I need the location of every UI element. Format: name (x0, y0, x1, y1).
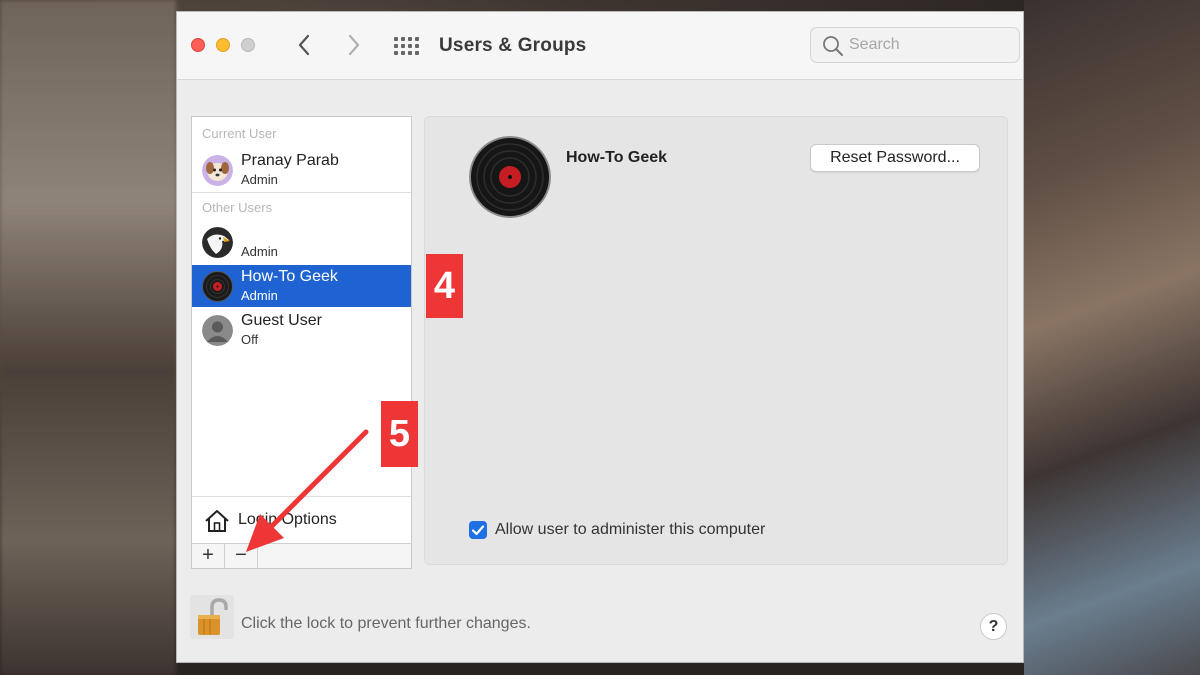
grid-icon[interactable] (394, 37, 419, 55)
forward-button[interactable] (340, 32, 366, 58)
login-options-item[interactable]: Login Options (192, 497, 411, 542)
user-detail-panel: How-To Geek Reset Password... Allow user… (424, 116, 1008, 565)
help-button[interactable]: ? (980, 613, 1007, 640)
user-name: How-To Geek (241, 268, 338, 285)
user-role: Admin (241, 288, 278, 303)
user-role: Off (241, 332, 259, 347)
background-left (0, 0, 176, 675)
titlebar: Users & Groups (177, 12, 1023, 80)
user-row-pranay-parab[interactable]: Pranay Parab Admin (192, 149, 411, 191)
back-button[interactable] (292, 32, 318, 58)
user-role: Admin (241, 172, 278, 187)
step-5-badge: 5 (381, 401, 418, 467)
step-4-badge: 4 (426, 254, 463, 318)
person-avatar-icon (202, 315, 233, 346)
section-label-current-user: Current User (202, 126, 277, 141)
background-right (1024, 0, 1200, 675)
minimize-button[interactable] (216, 38, 230, 52)
user-role: Admin (241, 244, 278, 259)
list-controls: + − (192, 543, 411, 568)
window-title: Users & Groups (439, 35, 587, 56)
selected-user-name: How-To Geek (566, 149, 668, 166)
vinyl-record-avatar-icon[interactable] (469, 136, 551, 218)
search-input[interactable] (849, 34, 1014, 56)
dog-avatar-icon (202, 155, 233, 186)
section-label-other-users: Other Users (202, 200, 273, 215)
chevron-right-icon (348, 34, 360, 56)
reset-password-button[interactable]: Reset Password... (810, 144, 980, 172)
user-name: Pranay Parab (241, 152, 339, 169)
add-user-button[interactable]: + (192, 544, 225, 568)
divider (192, 192, 411, 193)
remove-user-button[interactable]: − (225, 544, 258, 568)
zoom-button[interactable] (241, 38, 255, 52)
eagle-avatar-icon (202, 227, 233, 258)
vinyl-record-avatar-icon (202, 271, 233, 302)
admin-checkbox-label: Allow user to administer this computer (495, 521, 766, 538)
user-row-eagle[interactable]: Admin (192, 221, 411, 263)
close-button[interactable] (191, 38, 205, 52)
user-row-how-to-geek[interactable]: How-To Geek Admin (192, 265, 411, 307)
search-icon (823, 36, 843, 56)
unlocked-padlock-icon[interactable] (190, 595, 234, 639)
chevron-left-icon (298, 34, 310, 56)
users-groups-window: Users & Groups Current User Pranay Parab… (176, 11, 1024, 663)
home-icon (205, 510, 229, 532)
search-field[interactable] (810, 27, 1020, 63)
admin-checkbox[interactable] (469, 521, 487, 539)
checkmark-icon (471, 525, 485, 536)
user-row-guest-user[interactable]: Guest User Off (192, 309, 411, 351)
lock-status-text: Click the lock to prevent further change… (241, 615, 531, 632)
login-options-label: Login Options (238, 511, 337, 528)
user-name: Guest User (241, 312, 322, 329)
user-list: Current User Pranay Parab Admin Other Us… (191, 116, 412, 569)
